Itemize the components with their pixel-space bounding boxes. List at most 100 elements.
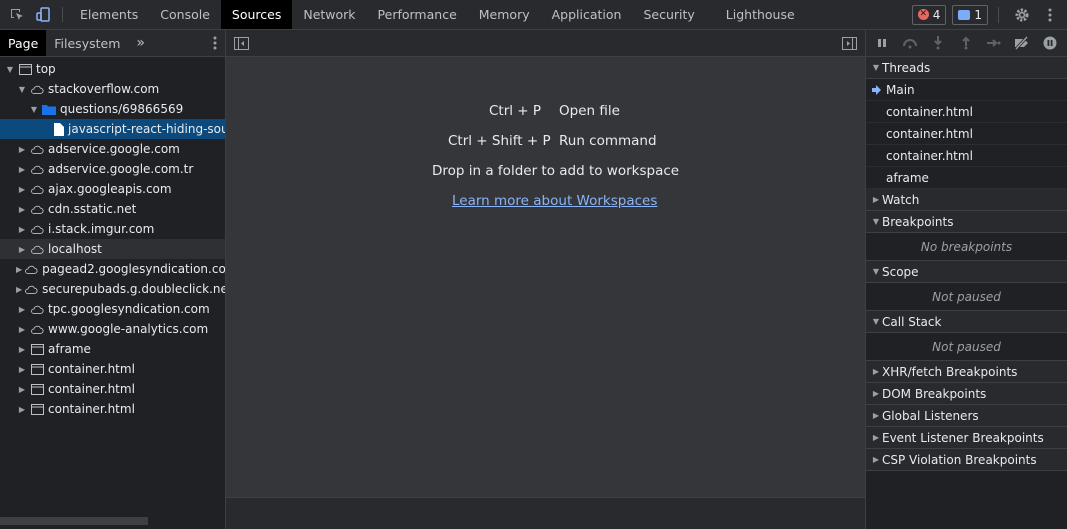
section-scope[interactable]: ▼ Scope	[866, 261, 1067, 283]
tree-item[interactable]: ▶ i.stack.imgur.com	[0, 219, 225, 239]
collapsed-triangle-icon: ▶	[18, 324, 26, 334]
tree-item[interactable]: ▶ adservice.google.com.tr	[0, 159, 225, 179]
tree-item[interactable]: ▶ www.google-analytics.com	[0, 319, 225, 339]
section-title: CSP Violation Breakpoints	[882, 452, 1037, 467]
step-over-icon[interactable]	[900, 33, 920, 53]
tree-item-questions[interactable]: ▼ questions/69866569	[0, 99, 225, 119]
tree-item-label: www.google-analytics.com	[48, 322, 209, 336]
tab-network[interactable]: Network	[292, 0, 366, 29]
editor-toolbar	[226, 30, 865, 57]
tab-filesystem[interactable]: Filesystem	[46, 30, 128, 56]
tree-item-label: javascript-react-hiding-source	[68, 122, 225, 136]
settings-gear-icon[interactable]	[1009, 7, 1035, 23]
toggle-debugger-icon[interactable]	[842, 37, 857, 53]
tree-item-top[interactable]: ▼ top	[0, 59, 225, 79]
section-xhr-breakpoints[interactable]: ▶ XHR/fetch Breakpoints	[866, 361, 1067, 383]
section-csp-violation-breakpoints[interactable]: ▶ CSP Violation Breakpoints	[866, 449, 1067, 471]
folder-icon	[42, 103, 56, 115]
cloud-icon	[30, 183, 44, 195]
section-title: DOM Breakpoints	[882, 386, 987, 401]
tree-item[interactable]: ▶ tpc.googlesyndication.com	[0, 299, 225, 319]
collapsed-triangle-icon: ▶	[18, 244, 26, 254]
device-toolbar-icon[interactable]	[30, 0, 56, 29]
tab-page[interactable]: Page	[0, 30, 47, 56]
thread-item-main[interactable]: Main	[866, 79, 1067, 101]
tree-item[interactable]: ▶ container.html	[0, 379, 225, 399]
tab-sources[interactable]: Sources	[220, 0, 293, 29]
collapsed-triangle-icon: ▶	[872, 433, 880, 442]
section-title: Global Listeners	[882, 408, 979, 423]
shortcut-keys-open-file: Ctrl + P	[489, 103, 542, 119]
collapsed-triangle-icon: ▶	[16, 264, 23, 274]
deactivate-breakpoints-icon[interactable]	[1012, 33, 1032, 53]
tree-item-label: container.html	[48, 382, 135, 396]
tree-item[interactable]: ▶ aframe	[0, 339, 225, 359]
step-icon[interactable]	[984, 33, 1004, 53]
tree-item[interactable]: ▶ ajax.googleapis.com	[0, 179, 225, 199]
section-breakpoints[interactable]: ▼ Breakpoints	[866, 211, 1067, 233]
section-call-stack[interactable]: ▼ Call Stack	[866, 311, 1067, 333]
collapsed-triangle-icon: ▶	[16, 284, 23, 294]
cloud-icon	[24, 263, 38, 275]
tab-lighthouse[interactable]: Lighthouse	[706, 0, 806, 29]
tab-application[interactable]: Application	[541, 0, 633, 29]
section-threads[interactable]: ▼ Threads	[866, 57, 1067, 79]
tree-item[interactable]: ▶ localhost	[0, 239, 225, 259]
step-into-icon[interactable]	[928, 33, 948, 53]
section-title: Threads	[882, 60, 931, 75]
no-breakpoints-text: No breakpoints	[866, 233, 1067, 261]
tree-item-label: localhost	[48, 242, 102, 256]
tab-performance[interactable]: Performance	[367, 0, 468, 29]
tab-console[interactable]: Console	[149, 0, 221, 29]
thread-item[interactable]: container.html	[866, 145, 1067, 167]
error-count-badge[interactable]: ✕ 4	[911, 4, 947, 25]
pause-on-exceptions-icon[interactable]	[1040, 33, 1060, 53]
pause-resume-icon[interactable]	[872, 33, 892, 53]
collapsed-triangle-icon: ▶	[18, 204, 26, 214]
drop-folder-hint: Drop in a folder to add to workspace	[432, 163, 680, 179]
collapsed-triangle-icon: ▶	[18, 184, 26, 194]
scope-not-paused-text: Not paused	[866, 283, 1067, 311]
tree-item-label: i.stack.imgur.com	[48, 222, 155, 236]
tree-item[interactable]: ▶ adservice.google.com	[0, 139, 225, 159]
tree-item-stackoverflow[interactable]: ▼ stackoverflow.com	[0, 79, 225, 99]
tree-item[interactable]: ▶ cdn.sstatic.net	[0, 199, 225, 219]
expanded-triangle-icon: ▼	[6, 64, 14, 74]
file-tree: ▼ top ▼ stackoverflow.com ▼ questions/69…	[0, 57, 225, 419]
section-title: Event Listener Breakpoints	[882, 430, 1044, 445]
section-dom-breakpoints[interactable]: ▶ DOM Breakpoints	[866, 383, 1067, 405]
debugger-panel: ▼ Threads Main container.html container.…	[865, 30, 1067, 529]
tree-item-selected-file[interactable]: javascript-react-hiding-source	[0, 119, 225, 139]
tree-item[interactable]: ▶ container.html	[0, 399, 225, 419]
tree-item-label: container.html	[48, 402, 135, 416]
more-tabs-button[interactable]: »	[128, 30, 153, 56]
shortcut-keys-run-command: Ctrl + Shift + P	[448, 133, 551, 149]
tree-item[interactable]: ▶ container.html	[0, 359, 225, 379]
message-count-badge[interactable]: 1	[952, 4, 988, 25]
step-out-icon[interactable]	[956, 33, 976, 53]
debugger-toolbar	[866, 30, 1067, 57]
thread-item[interactable]: container.html	[866, 123, 1067, 145]
message-icon	[958, 9, 971, 20]
navigator-menu-icon[interactable]	[205, 30, 225, 56]
section-event-listener-breakpoints[interactable]: ▶ Event Listener Breakpoints	[866, 427, 1067, 449]
inspect-element-icon[interactable]	[4, 0, 30, 29]
toggle-navigator-icon[interactable]	[234, 37, 249, 53]
tree-item[interactable]: ▶ pagead2.googlesyndication.com	[0, 259, 225, 279]
section-watch[interactable]: ▶ Watch	[866, 189, 1067, 211]
tab-security[interactable]: Security	[632, 0, 705, 29]
section-title: Scope	[882, 264, 919, 279]
thread-item[interactable]: container.html	[866, 101, 1067, 123]
collapsed-triangle-icon: ▶	[872, 195, 880, 204]
message-count: 1	[974, 7, 982, 22]
thread-item[interactable]: aframe	[866, 167, 1067, 189]
section-title: XHR/fetch Breakpoints	[882, 364, 1018, 379]
cloud-icon	[30, 143, 44, 155]
tree-item[interactable]: ▶ securepubads.g.doubleclick.net	[0, 279, 225, 299]
tab-memory[interactable]: Memory	[468, 0, 541, 29]
tab-elements[interactable]: Elements	[69, 0, 149, 29]
section-global-listeners[interactable]: ▶ Global Listeners	[866, 405, 1067, 427]
more-options-icon[interactable]	[1041, 8, 1059, 22]
workspaces-link[interactable]: Learn more about Workspaces	[452, 193, 657, 209]
horizontal-scrollbar[interactable]	[0, 517, 148, 525]
